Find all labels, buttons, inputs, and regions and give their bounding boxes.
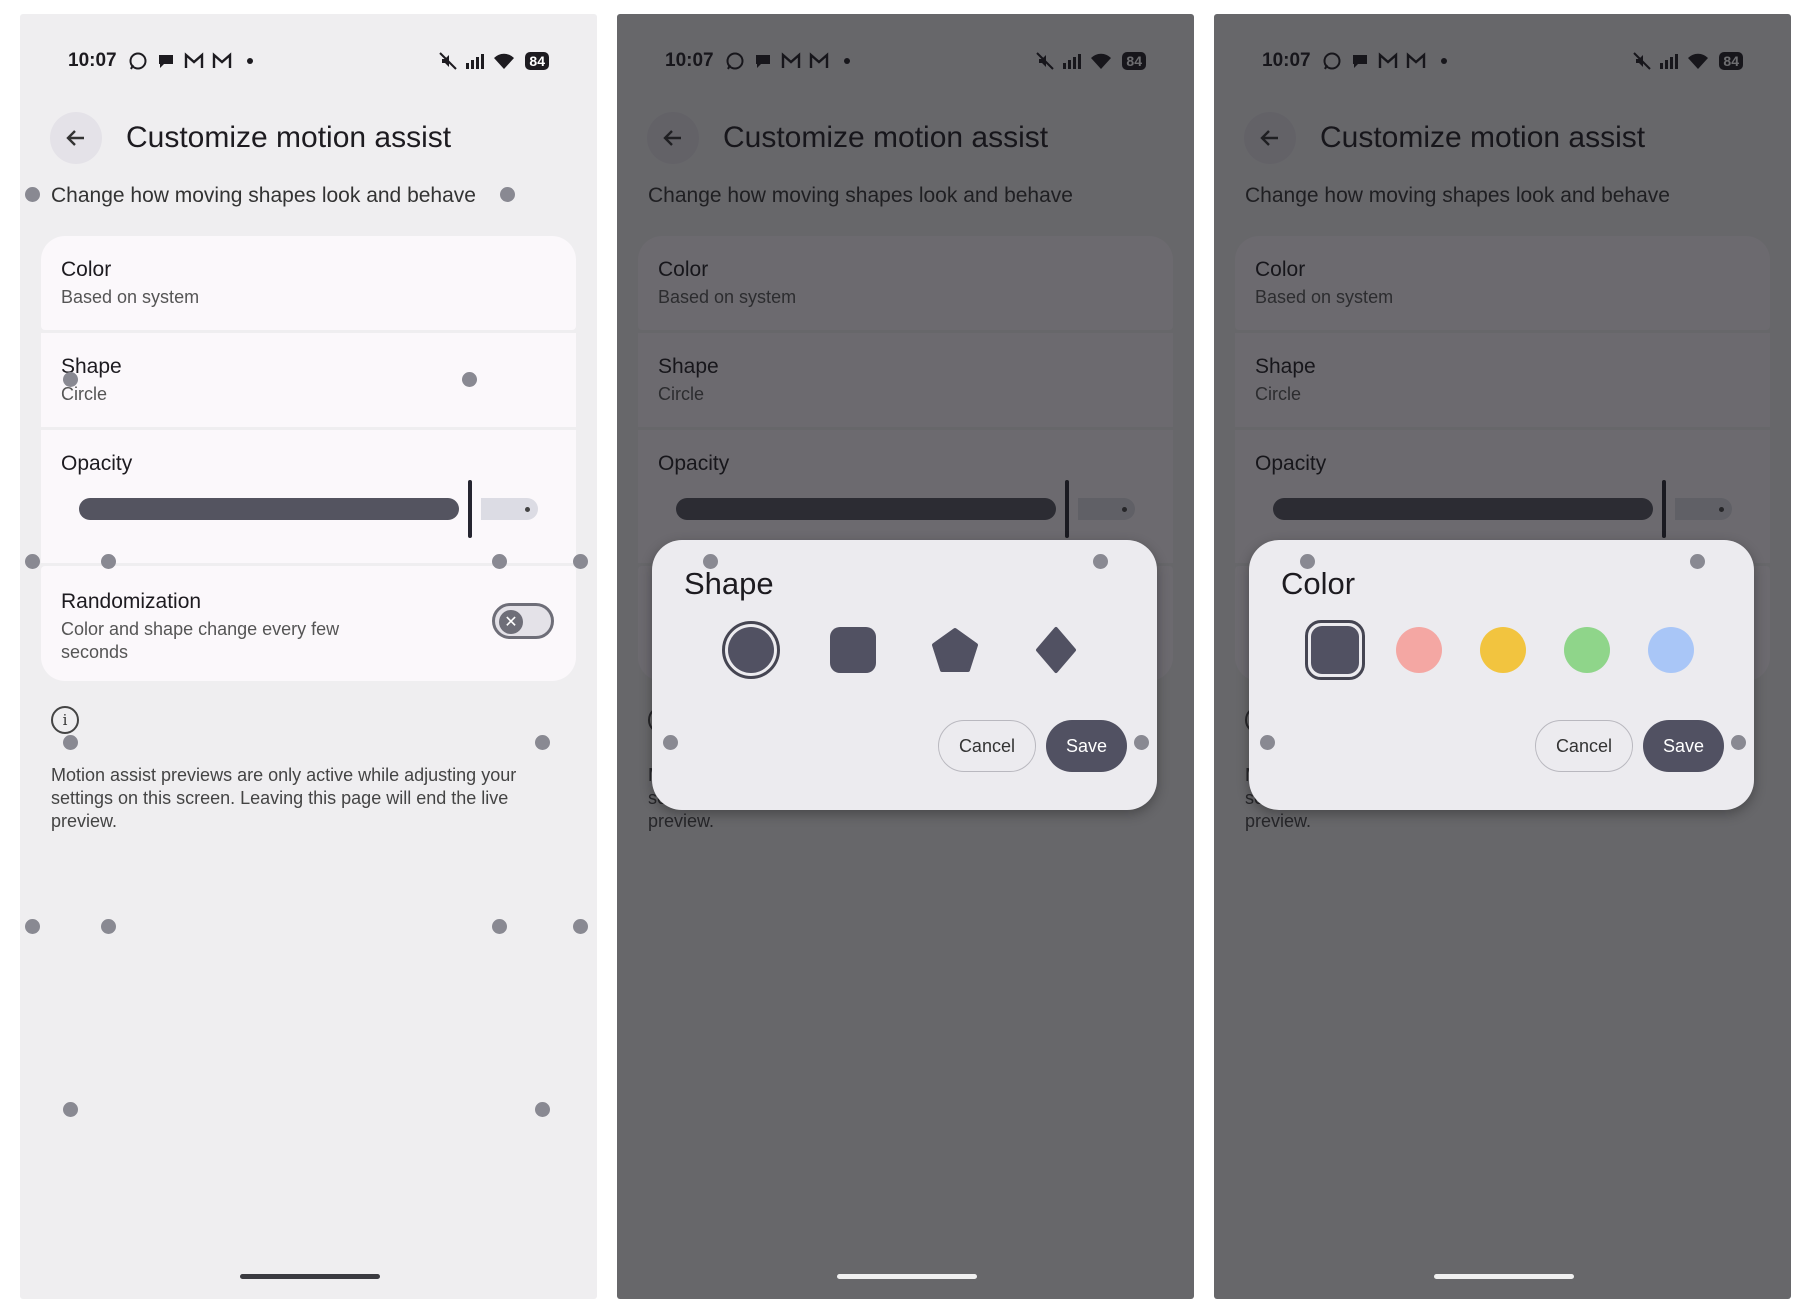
status-time: 10:07 (68, 50, 117, 71)
motion-assist-dot (1731, 735, 1746, 750)
selected-color-swatch (1305, 620, 1365, 680)
cancel-button[interactable]: Cancel (1534, 720, 1633, 772)
motion-assist-dot (1260, 735, 1275, 750)
rounded-square-icon (830, 627, 876, 673)
color-option-default[interactable] (1303, 618, 1367, 682)
setting-title: Opacity (61, 452, 133, 475)
battery-icon: 84 (525, 52, 549, 70)
color-swatch (1480, 627, 1526, 673)
color-option-green[interactable] (1555, 618, 1619, 682)
diamond-icon (1036, 627, 1076, 673)
color-option-blue[interactable] (1639, 618, 1703, 682)
motion-assist-dot (535, 735, 550, 750)
motion-assist-dot (25, 554, 40, 569)
motion-assist-dot (101, 554, 116, 569)
dialog-title: Color (1281, 566, 1356, 601)
pentagon-icon (932, 628, 978, 672)
signal-icon (465, 50, 487, 72)
home-indicator[interactable] (240, 1274, 380, 1279)
setting-title: Randomization (61, 590, 202, 613)
square-option[interactable] (821, 618, 885, 682)
setting-value: Based on system (61, 287, 200, 307)
randomization-toggle[interactable]: ✕ (492, 603, 554, 639)
setting-description: Color and shape change every few seconds (61, 619, 340, 662)
motion-assist-dot (535, 1102, 550, 1117)
shape-setting[interactable]: Shape Circle (41, 333, 576, 427)
dialog-actions: Cancel Save (1534, 720, 1724, 772)
opacity-setting: Opacity (41, 430, 576, 563)
page-subtitle: Change how moving shapes look and behave (51, 184, 476, 207)
motion-assist-dot (573, 919, 588, 934)
info-icon: i (51, 706, 79, 734)
dialog-title: Shape (684, 566, 774, 601)
color-swatch (1564, 627, 1610, 673)
home-indicator[interactable] (837, 1274, 977, 1279)
pentagon-option[interactable] (923, 618, 987, 682)
diamond-option[interactable] (1024, 618, 1088, 682)
screen-shape-dialog: 10:07 84 Customize motion assist Change … (617, 14, 1194, 1299)
notification-dot-icon (239, 50, 261, 72)
motion-assist-dot (462, 372, 477, 387)
color-swatch (1396, 627, 1442, 673)
motion-assist-dot (703, 554, 718, 569)
opacity-slider[interactable] (79, 480, 538, 538)
shape-dialog: Shape Cancel Save (652, 540, 1157, 810)
motion-assist-dot (25, 919, 40, 934)
motion-assist-dot (1690, 554, 1705, 569)
motion-assist-dot (63, 735, 78, 750)
motion-assist-dot (1134, 735, 1149, 750)
save-button[interactable]: Save (1642, 720, 1724, 772)
motion-assist-dot (492, 919, 507, 934)
screen-customize: 10:07 84 Customize motion assist Change … (20, 14, 597, 1299)
gmail-icon (211, 50, 233, 72)
color-options (1249, 618, 1754, 682)
motion-assist-dot (500, 187, 515, 202)
slider-active-track (79, 498, 459, 520)
shape-options (652, 618, 1157, 682)
chat-icon (155, 50, 177, 72)
close-icon: ✕ (499, 610, 523, 634)
motion-assist-dot (25, 187, 40, 202)
info-note: Motion assist previews are only active w… (51, 765, 517, 831)
color-setting[interactable]: Color Based on system (41, 236, 576, 330)
back-button[interactable] (50, 112, 102, 164)
page-title: Customize motion assist (126, 121, 452, 154)
color-option-yellow[interactable] (1471, 618, 1535, 682)
wifi-icon (493, 50, 515, 72)
motion-assist-dot (1093, 554, 1108, 569)
top-app-bar: Customize motion assist (50, 110, 451, 166)
motion-assist-dot (573, 554, 588, 569)
dialog-actions: Cancel Save (937, 720, 1127, 772)
mute-icon (437, 50, 459, 72)
motion-assist-dot (63, 1102, 78, 1117)
status-bar: 10:07 84 (68, 46, 549, 76)
color-option-pink[interactable] (1387, 618, 1451, 682)
motion-assist-dot (663, 735, 678, 750)
circle-icon (722, 621, 780, 679)
gmail-icon (183, 50, 205, 72)
home-indicator[interactable] (1434, 1274, 1574, 1279)
cancel-button[interactable]: Cancel (937, 720, 1036, 772)
motion-assist-dot (1300, 554, 1315, 569)
motion-assist-dot (63, 372, 78, 387)
setting-value: Circle (61, 384, 108, 404)
color-dialog: Color Cancel Save (1249, 540, 1754, 810)
slider-inactive-track (481, 498, 538, 520)
slider-thumb[interactable] (468, 480, 472, 538)
whatsapp-icon (127, 50, 149, 72)
randomization-setting[interactable]: Randomization Color and shape change eve… (41, 566, 576, 681)
motion-assist-dot (492, 554, 507, 569)
slider-stop-indicator (525, 507, 530, 512)
setting-title: Shape (61, 355, 122, 378)
screen-color-dialog: 10:07 84 Customize motion assist Change … (1214, 14, 1791, 1299)
setting-title: Color (61, 258, 112, 281)
arrow-left-icon (66, 130, 84, 146)
settings-list: Color Based on system Shape Circle Opaci… (41, 236, 576, 684)
motion-assist-dot (101, 919, 116, 934)
save-button[interactable]: Save (1045, 720, 1127, 772)
circle-option[interactable] (719, 618, 783, 682)
color-swatch (1648, 627, 1694, 673)
